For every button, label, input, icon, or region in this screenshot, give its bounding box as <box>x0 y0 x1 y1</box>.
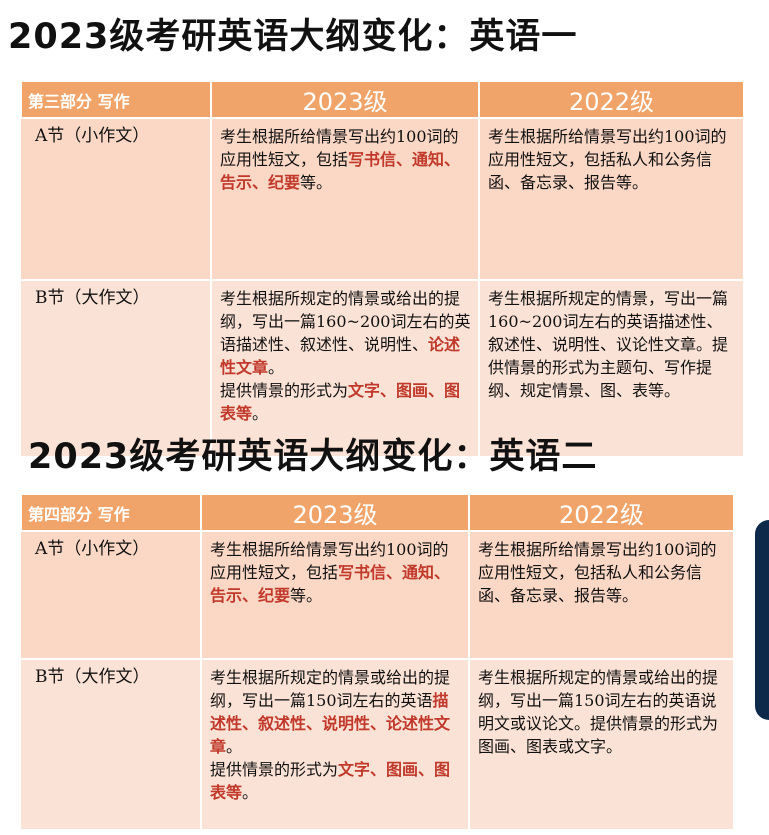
cell-2023: 考生根据所规定的情景或给出的提纲，写出一篇150词左右的英语描述性、叙述性、说明… <box>200 658 470 829</box>
cell-text: 考生根据所规定的情景或给出的提纲，写出一篇150词左右的英语 <box>210 668 451 710</box>
comparison-table-english-one: 第三部分 写作 2023级 2022级 A节（小作文） 考生根据所给情景写出约1… <box>20 82 743 456</box>
column-header-2023: 2023级 <box>210 82 479 118</box>
cell-text: 提供情景的形式为 <box>210 760 339 779</box>
table-header-row: 第四部分 写作 2023级 2022级 <box>20 495 733 531</box>
cell-text: 。 <box>242 783 259 802</box>
comparison-table-english-two: 第四部分 写作 2023级 2022级 A节（小作文） 考生根据所给情景写出约1… <box>20 495 733 829</box>
cell-text: 。 <box>252 404 269 423</box>
cell-2022: 考生根据所给情景写出约100词的应用性短文，包括私人和公务信函、备忘录、报告等。 <box>469 530 733 659</box>
table-header-row: 第三部分 写作 2023级 2022级 <box>20 82 743 118</box>
section-header: 第四部分 写作 <box>20 495 201 531</box>
row-label: A节（小作文） <box>21 117 211 280</box>
cell-text: 。 <box>268 358 285 377</box>
page-title-english-two: 2023级考研英语大纲变化：英语二 <box>28 437 598 477</box>
cell-text: 。 <box>226 737 243 756</box>
column-header-2023: 2023级 <box>200 495 469 531</box>
page-title-english-one: 2023级考研英语大纲变化：英语一 <box>8 17 578 57</box>
cell-text: 等。 <box>300 173 333 192</box>
row-label: B节（大作文） <box>21 658 201 829</box>
cell-text: 等。 <box>290 586 323 605</box>
section-header: 第三部分 写作 <box>20 82 211 118</box>
row-label: A节（小作文） <box>21 530 201 659</box>
cell-2023: 考生根据所给情景写出约100词的应用性短文，包括写书信、通知、告示、纪要等。 <box>210 117 480 280</box>
cell-2023: 考生根据所给情景写出约100词的应用性短文，包括写书信、通知、告示、纪要等。 <box>200 530 470 659</box>
table-row-section-a: A节（小作文） 考生根据所给情景写出约100词的应用性短文，包括写书信、通知、告… <box>21 117 743 280</box>
column-header-2022: 2022级 <box>478 82 743 118</box>
table-row-section-a: A节（小作文） 考生根据所给情景写出约100词的应用性短文，包括写书信、通知、告… <box>21 530 733 659</box>
cell-2022: 考生根据所规定的情景或给出的提纲，写出一篇150词左右的英语说明文或议论文。提供… <box>469 658 733 829</box>
table-row-section-b: B节（大作文） 考生根据所规定的情景或给出的提纲，写出一篇150词左右的英语描述… <box>21 658 733 829</box>
cell-2022: 考生根据所给情景写出约100词的应用性短文，包括私人和公务信函、备忘录、报告等。 <box>479 117 743 280</box>
column-header-2022: 2022级 <box>468 495 733 531</box>
decorative-edge <box>755 520 769 720</box>
cell-text: 提供情景的形式为 <box>220 381 349 400</box>
